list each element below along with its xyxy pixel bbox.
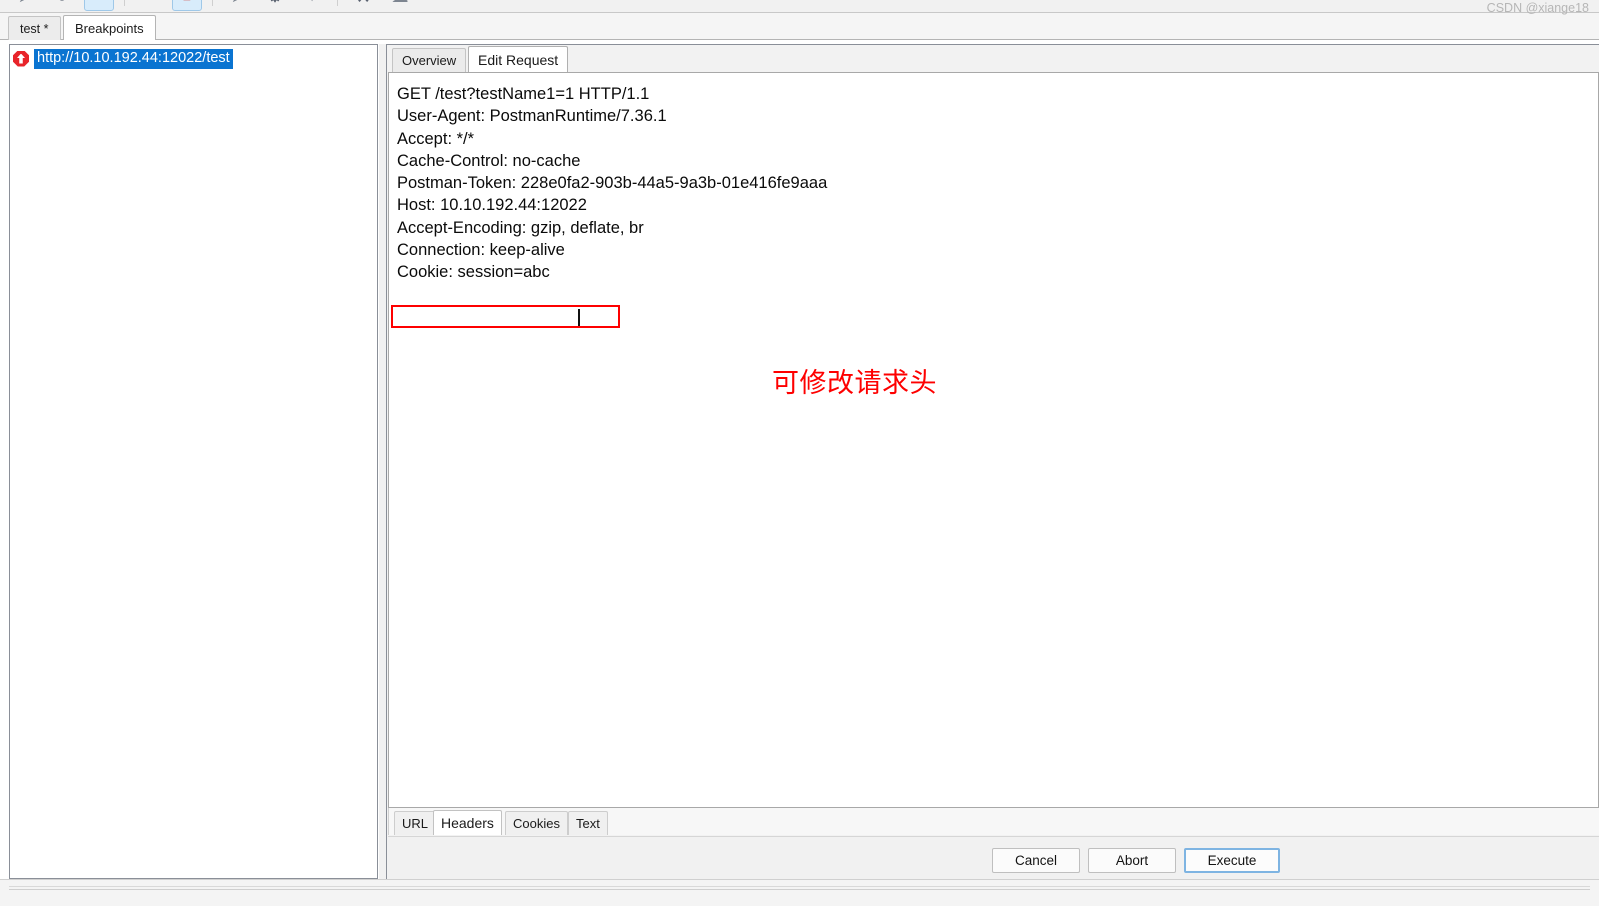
status-divider-2 — [9, 889, 1590, 890]
main-toolbar: ➤ ● ▭ « ■ ➤ ⚙ ▼ — [0, 0, 1599, 13]
request-line: Cookie: session=abc — [397, 263, 550, 282]
watermark: CSDN @xiange18 — [1486, 1, 1589, 15]
editor-tab-strip: Overview Edit Request — [387, 45, 1599, 72]
step-icon: « — [146, 0, 154, 3]
top-tab-strip: test * Breakpoints — [0, 13, 1599, 40]
play-icon: ➤ — [231, 0, 245, 5]
breakpoint-tree-panel: http://10.10.192.44:12022/test — [9, 44, 378, 879]
tree-item-breakpoint[interactable]: http://10.10.192.44:12022/test — [13, 48, 233, 69]
abort-button[interactable]: Abort — [1088, 848, 1176, 873]
toolbar-step-button[interactable]: « — [135, 0, 165, 11]
request-editor-panel: Overview Edit Request GET /test?testName… — [386, 44, 1599, 879]
tab-overview[interactable]: Overview — [392, 48, 467, 72]
chevron-down-icon: ▼ — [305, 0, 319, 3]
tab-text[interactable]: Text — [568, 811, 608, 835]
request-line: User-Agent: PostmanRuntime/7.36.1 — [397, 107, 667, 126]
tree-item-label: http://10.10.192.44:12022/test — [34, 48, 233, 69]
toolbar-settings-button[interactable]: ⚙ — [260, 0, 290, 11]
toolbar-forward-button[interactable]: ➤ — [10, 0, 40, 11]
breakpoint-stop-icon: ■ — [183, 0, 191, 3]
app-window: ➤ ● ▭ « ■ ➤ ⚙ ▼ — [0, 0, 1599, 906]
request-line: Cache-Control: no-cache — [397, 151, 581, 170]
toolbar-breakpoint-button[interactable]: ■ — [172, 0, 202, 11]
tab-breakpoints[interactable]: Breakpoints — [63, 15, 156, 40]
intercept-icon: ▭ — [92, 0, 105, 3]
toolbar-record-button[interactable]: ● — [47, 0, 77, 11]
toolbar-button-group: ➤ ● ▭ « ■ ➤ ⚙ ▼ — [10, 0, 415, 12]
status-strip — [0, 879, 1599, 906]
request-line: Accept: */* — [397, 129, 475, 148]
tab-test[interactable]: test * — [8, 16, 61, 40]
tab-cookies[interactable]: Cookies — [505, 811, 568, 835]
status-divider-1 — [9, 886, 1590, 887]
dialog-button-bar: Cancel Abort Execute — [388, 836, 1599, 879]
toolbar-separator-3 — [337, 0, 338, 6]
toolbar-tools-button[interactable]: ⚒ — [348, 0, 378, 11]
toolbar-play-button[interactable]: ➤ — [223, 0, 253, 11]
tools-icon: ⚒ — [355, 0, 370, 5]
execute-button[interactable]: Execute — [1184, 848, 1280, 873]
panel-splitter[interactable] — [379, 44, 386, 879]
editor-bottom-tab-strip: URL Headers Cookies Text — [388, 808, 1599, 835]
red-stop-breakpoint-icon — [13, 50, 29, 67]
record-circle-icon: ● — [57, 0, 67, 5]
tab-edit-request[interactable]: Edit Request — [468, 46, 569, 72]
settings-gear-icon: ⚙ — [267, 0, 282, 5]
request-line: Connection: keep-alive — [397, 241, 565, 260]
cancel-button[interactable]: Cancel — [992, 848, 1080, 873]
request-text-area[interactable]: GET /test?testName1=1 HTTP/1.1 User-Agent… — [388, 72, 1599, 808]
red-annotation-text: 可修改请求头 — [772, 368, 937, 399]
request-raw-text: GET /test?testName1=1 HTTP/1.1 User-Agent… — [397, 83, 827, 284]
request-line: Host: 10.10.192.44:12022 — [397, 196, 587, 215]
toolbar-dropdown-button[interactable]: ▼ — [297, 0, 327, 11]
toolbar-separator — [124, 0, 125, 6]
toolbar-intercept-button[interactable]: ▭ — [84, 0, 114, 11]
toolbar-cloud-button[interactable]: ☁ — [385, 0, 415, 11]
forward-icon: ➤ — [18, 0, 32, 5]
request-line: GET /test?testName1=1 HTTP/1.1 — [397, 85, 650, 103]
cloud-icon: ☁ — [392, 0, 409, 5]
request-line: Accept-Encoding: gzip, deflate, br — [397, 218, 644, 237]
cookie-highlight-box — [391, 305, 620, 328]
tab-url[interactable]: URL — [394, 811, 437, 835]
toolbar-separator-2 — [212, 0, 213, 6]
request-line: Postman-Token: 228e0fa2-903b-44a5-9a3b-0… — [397, 174, 828, 193]
text-caret — [578, 309, 580, 326]
tab-headers[interactable]: Headers — [433, 810, 502, 835]
